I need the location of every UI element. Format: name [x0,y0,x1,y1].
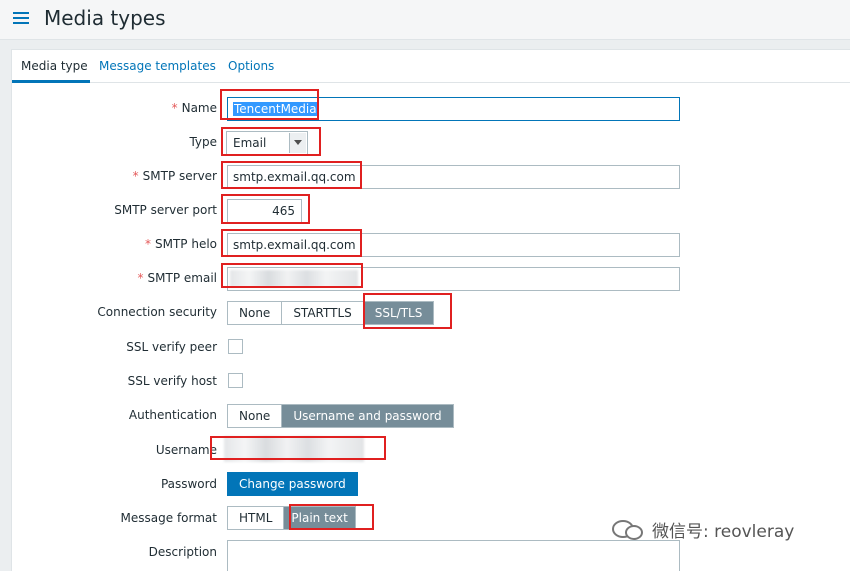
authentication-label: Authentication [128,408,217,422]
tab-message-templates[interactable]: Message templates [99,59,216,73]
ssl-verify-peer-checkbox[interactable] [228,339,243,354]
tab-options[interactable]: Options [228,59,274,73]
tab-bar: Media type Message templates Options [12,50,850,83]
smtp-port-input[interactable]: 465 [227,199,302,223]
username-label: Username [155,443,217,457]
chevron-down-icon [289,133,306,153]
ssl-verify-peer-label: SSL verify peer [126,340,217,354]
message-format-segmented: HTML Plain text [227,506,356,530]
active-tab-indicator [12,80,90,83]
redacted-username [224,436,364,462]
type-label: Type [189,135,217,149]
name-label: * Name [171,101,217,115]
smtp-helo-label: * SMTP helo [144,237,217,251]
redacted-email [230,270,358,287]
smtp-server-label: * SMTP server [132,169,217,183]
wechat-icon [612,518,646,542]
authentication-none[interactable]: None [228,405,283,427]
page-header: Media types [0,0,850,40]
ssl-verify-host-checkbox[interactable] [228,373,243,388]
smtp-email-label: * SMTP email [137,271,217,285]
connection-security-segmented: None STARTTLS SSL/TLS [227,301,435,325]
tab-media-type[interactable]: Media type [21,59,88,73]
smtp-port-label: SMTP server port [114,203,217,217]
hamburger-menu-icon[interactable] [13,12,29,25]
change-password-button[interactable]: Change password [227,472,358,496]
connection-security-label: Connection security [97,305,217,319]
name-input[interactable]: TencentMedia [227,97,680,121]
watermark: 微信号: reovleray [612,517,794,542]
connection-security-starttls[interactable]: STARTTLS [282,302,364,324]
message-format-label: Message format [120,511,217,525]
connection-security-none[interactable]: None [228,302,283,324]
connection-security-ssl-tls[interactable]: SSL/TLS [363,302,434,324]
authentication-username-password[interactable]: Username and password [282,405,453,427]
type-select[interactable]: Email [226,131,308,155]
description-label: Description [148,545,217,559]
password-label: Password [160,477,217,491]
message-format-plain-text[interactable]: Plain text [284,507,355,529]
page-title: Media types [44,6,166,30]
smtp-server-input[interactable]: smtp.exmail.qq.com [227,165,680,189]
watermark-text: 微信号: reovleray [652,522,795,542]
smtp-helo-input[interactable]: smtp.exmail.qq.com [227,233,680,257]
description-textarea[interactable] [227,540,680,571]
authentication-segmented: None Username and password [227,404,454,428]
ssl-verify-host-label: SSL verify host [127,374,217,388]
message-format-html[interactable]: HTML [228,507,285,529]
